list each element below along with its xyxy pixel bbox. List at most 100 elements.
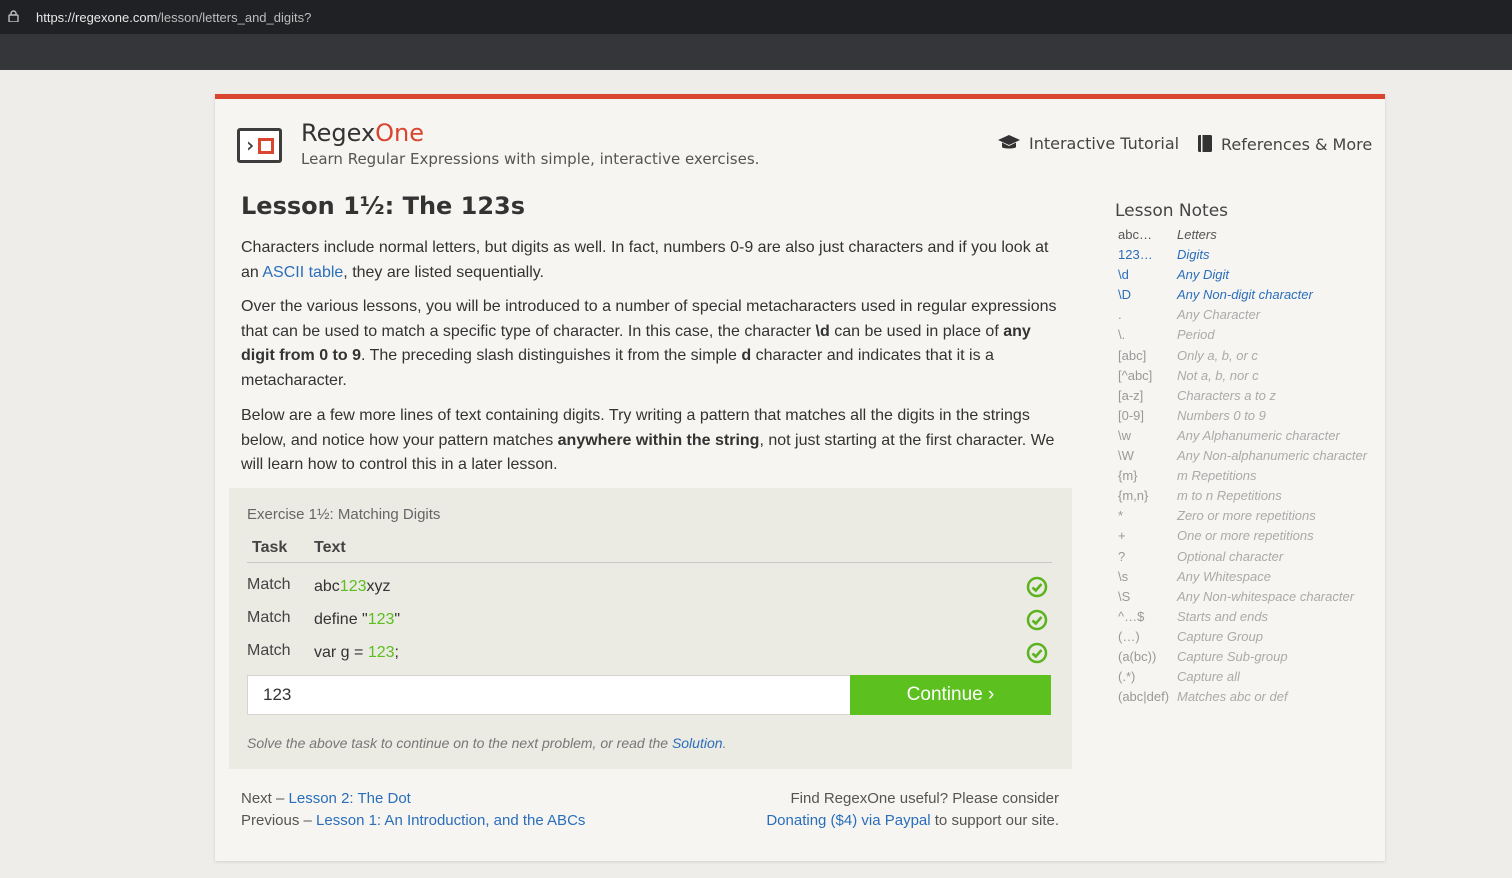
- lesson-note-item[interactable]: \W Any Non-alphanumeric character: [1118, 448, 1383, 468]
- lesson-card: › RegexOne Learn Regular Expressions wit…: [215, 94, 1385, 861]
- continue-button[interactable]: Continue ›: [850, 675, 1051, 715]
- lesson-note-item[interactable]: \S Any Non-whitespace character: [1118, 589, 1383, 609]
- brand-name[interactable]: RegexOne: [301, 119, 424, 147]
- note-key: *: [1118, 508, 1124, 524]
- text-pre: define ": [314, 611, 368, 628]
- brand-main: Regex: [301, 119, 376, 147]
- task-label: Match: [247, 609, 291, 626]
- note-key: \D: [1118, 287, 1131, 303]
- note-description: Digits: [1177, 247, 1210, 263]
- brand-accent: One: [375, 119, 425, 147]
- p1-text-b: , they are listed sequentially.: [343, 263, 544, 281]
- note-description: One or more repetitions: [1177, 528, 1314, 544]
- previous-label: Previous –: [241, 812, 317, 829]
- note-key: [0-9]: [1118, 407, 1145, 423]
- note-key: \s: [1118, 568, 1129, 584]
- note-key: {m,n}: [1118, 488, 1149, 504]
- ascii-table-link[interactable]: ASCII table: [262, 264, 343, 281]
- nav-references[interactable]: References & More: [1197, 134, 1372, 154]
- lesson-note-item[interactable]: (a(bc)) Capture Sub-group: [1118, 649, 1383, 669]
- browser-url-bar[interactable]: https://regexone.com/lesson/letters_and_…: [0, 0, 1512, 34]
- note-description: Period: [1177, 327, 1215, 343]
- note-description: Starts and ends: [1177, 608, 1269, 624]
- text-pre: var g =: [314, 644, 368, 661]
- check-circle-icon: [1026, 609, 1048, 631]
- lesson-navigation: Next – Lesson 2: The Dot Previous – Less…: [241, 788, 585, 832]
- lesson-note-item[interactable]: + One or more repetitions: [1118, 528, 1383, 548]
- chevron-right-icon: ›: [244, 133, 257, 157]
- tagline: Learn Regular Expressions with simple, i…: [301, 150, 760, 168]
- hint-text-a: Solve the above task to continue on to t…: [247, 735, 672, 751]
- lesson-paragraph-2: Over the various lessons, you will be in…: [241, 295, 1061, 393]
- lesson-note-item[interactable]: \w Any Alphanumeric character: [1118, 428, 1383, 448]
- lesson-note-item[interactable]: \D Any Non-digit character: [1118, 287, 1383, 307]
- p2-text-c: . The preceding slash distinguishes it f…: [361, 347, 742, 364]
- note-key: \S: [1118, 588, 1131, 604]
- text-post: ": [394, 611, 401, 628]
- lesson-note-item[interactable]: [^abc] Not a, b, nor c: [1118, 368, 1383, 388]
- text-highlight: 123: [339, 578, 367, 595]
- lesson-note-item[interactable]: (…) Capture Group: [1118, 629, 1383, 649]
- note-description: Capture Sub-group: [1177, 648, 1288, 664]
- note-description: Optional character: [1177, 548, 1284, 564]
- note-key: .: [1118, 307, 1122, 323]
- p2-d-char: d: [741, 347, 752, 364]
- note-key: (abc|def): [1118, 689, 1170, 705]
- note-key: (a(bc)): [1118, 648, 1157, 664]
- check-circle-icon: [1026, 642, 1048, 664]
- browser-bookmarks-bar: [0, 34, 1512, 70]
- text-post: xyz: [366, 578, 391, 595]
- note-key: 123…: [1118, 247, 1153, 263]
- url-path: /lesson/letters_and_digits?: [157, 10, 312, 25]
- lesson-note-item[interactable]: [0-9] Numbers 0 to 9: [1118, 408, 1383, 428]
- regexone-logo-icon[interactable]: ›: [237, 128, 282, 163]
- lesson-note-item[interactable]: \d Any Digit: [1118, 267, 1383, 287]
- next-label: Next –: [241, 790, 289, 807]
- note-key: ?: [1118, 548, 1126, 564]
- lock-icon: [8, 10, 19, 22]
- url-text[interactable]: https://regexone.com/lesson/letters_and_…: [36, 10, 311, 25]
- task-label: Match: [247, 642, 291, 659]
- note-key: {m}: [1118, 468, 1138, 484]
- lesson-note-item[interactable]: {m} m Repetitions: [1118, 468, 1383, 488]
- note-description: m to n Repetitions: [1177, 488, 1282, 504]
- lesson-note-item[interactable]: abc… Letters: [1118, 227, 1383, 247]
- note-key: (.*): [1118, 669, 1136, 685]
- p2-metachar: \d: [815, 322, 830, 340]
- lesson-note-item[interactable]: * Zero or more repetitions: [1118, 508, 1383, 528]
- note-key: abc…: [1118, 227, 1152, 242]
- graduation-cap-icon: [998, 135, 1020, 149]
- next-lesson-link[interactable]: Lesson 2: The Dot: [289, 790, 411, 807]
- lesson-note-item[interactable]: ? Optional character: [1118, 549, 1383, 569]
- lesson-note-item[interactable]: 123… Digits: [1118, 247, 1383, 267]
- lesson-note-item[interactable]: (.*) Capture all: [1118, 669, 1383, 689]
- lesson-note-item[interactable]: ^…$ Starts and ends: [1118, 609, 1383, 629]
- note-description: Any Whitespace: [1177, 568, 1271, 584]
- donate-link[interactable]: Donating ($4) via Paypal: [766, 812, 930, 829]
- note-description: Characters a to z: [1177, 387, 1276, 403]
- note-key: (…): [1118, 628, 1140, 644]
- note-key: \.: [1118, 327, 1126, 343]
- support-line-2: Donating ($4) via Paypal to support our …: [766, 810, 1059, 832]
- lesson-note-item[interactable]: . Any Character: [1118, 307, 1383, 327]
- note-description: Any Alphanumeric character: [1177, 427, 1340, 443]
- lesson-note-item[interactable]: {m,n} m to n Repetitions: [1118, 488, 1383, 508]
- text-highlight: 123: [367, 611, 395, 628]
- book-icon: [1198, 135, 1212, 152]
- previous-lesson-link[interactable]: Lesson 1: An Introduction, and the ABCs: [316, 812, 585, 829]
- lesson-note-item[interactable]: \. Period: [1118, 327, 1383, 347]
- lesson-note-item[interactable]: (abc|def) Matches abc or def: [1118, 689, 1383, 709]
- note-key: [abc]: [1118, 347, 1147, 363]
- solution-link[interactable]: Solution: [672, 735, 723, 751]
- support-text-a: Find RegexOne useful? Please consider: [790, 790, 1060, 807]
- exercise-hint: Solve the above task to continue on to t…: [247, 735, 726, 751]
- lesson-note-item[interactable]: \s Any Whitespace: [1118, 569, 1383, 589]
- nav-interactive-tutorial[interactable]: Interactive Tutorial: [997, 134, 1179, 153]
- lesson-notes-list: abc… Letters 123… Digits \d Any Digit \D Any No…: [1118, 227, 1383, 709]
- regex-pattern-input[interactable]: [247, 675, 851, 715]
- check-circle-icon: [1026, 576, 1048, 598]
- note-description: Zero or more repetitions: [1177, 508, 1316, 524]
- lesson-note-item[interactable]: [abc] Only a, b, or c: [1118, 348, 1383, 368]
- lesson-note-item[interactable]: [a-z] Characters a to z: [1118, 388, 1383, 408]
- note-description: Any Non-whitespace character: [1177, 588, 1355, 604]
